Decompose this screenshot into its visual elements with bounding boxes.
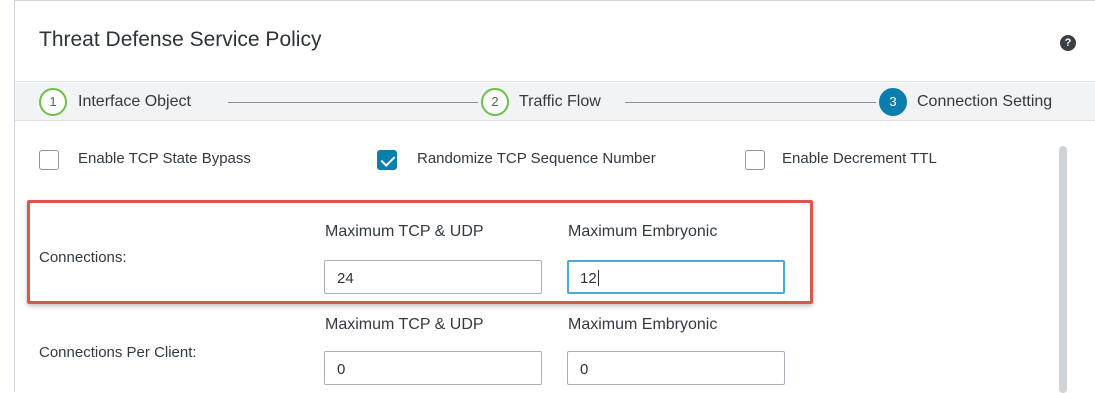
per-client-max-tcp-udp-label: Maximum TCP & UDP [325,316,484,333]
dialog-title: Threat Defense Service Policy [39,28,322,51]
vertical-scrollbar[interactable] [1059,146,1067,393]
connections-max-embryonic-input[interactable]: 12 [567,260,785,294]
step-connector-2 [625,102,876,103]
dialog-header: Threat Defense Service Policy ? [15,1,1095,82]
enable-decrement-ttl-label[interactable]: Enable Decrement TTL [782,150,937,167]
wizard-steps: 1 Interface Object 2 Traffic Flow 3 Conn… [15,83,1095,121]
step-2-circle[interactable]: 2 [481,88,509,116]
randomize-tcp-sequence-checkbox[interactable] [377,150,397,170]
step-3-circle[interactable]: 3 [879,88,907,116]
connection-settings-panel: Enable TCP State Bypass Randomize TCP Se… [15,122,1095,393]
randomize-tcp-sequence-label[interactable]: Randomize TCP Sequence Number [417,150,656,167]
step-connector-1 [228,102,478,103]
connections-label: Connections: [39,249,127,266]
connections-max-tcp-udp-label: Maximum TCP & UDP [325,223,484,240]
service-policy-dialog: Threat Defense Service Policy ? 1 Interf… [14,0,1095,393]
help-icon[interactable]: ? [1060,35,1076,51]
connections-max-embryonic-value: 12 [580,270,597,287]
per-client-max-embryonic-value: 0 [580,361,589,378]
enable-tcp-state-bypass-label[interactable]: Enable TCP State Bypass [78,150,251,167]
enable-decrement-ttl-checkbox[interactable] [745,150,765,170]
text-cursor [597,270,599,286]
step-2-label[interactable]: Traffic Flow [519,93,601,111]
connections-max-tcp-udp-input[interactable]: 24 [324,260,542,294]
per-client-max-embryonic-input[interactable]: 0 [567,351,785,385]
connections-per-client-label: Connections Per Client: [39,344,197,361]
step-1-label[interactable]: Interface Object [78,93,191,111]
per-client-max-embryonic-label: Maximum Embryonic [568,316,718,333]
per-client-max-tcp-udp-value: 0 [337,361,346,378]
step-3-label[interactable]: Connection Setting [917,93,1052,111]
enable-tcp-state-bypass-checkbox[interactable] [39,150,59,170]
per-client-max-tcp-udp-input[interactable]: 0 [324,351,542,385]
connections-max-tcp-udp-value: 24 [337,270,354,287]
step-1-circle[interactable]: 1 [39,88,67,116]
connections-max-embryonic-label: Maximum Embryonic [568,223,718,240]
